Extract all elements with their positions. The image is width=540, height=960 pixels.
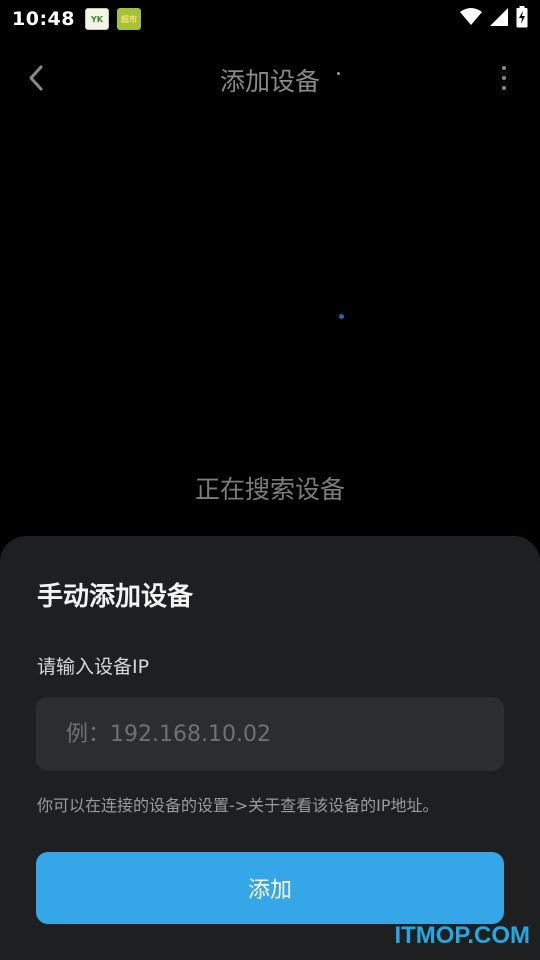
signal-icon — [490, 8, 508, 26]
app-header: 添加设备 — [0, 50, 540, 106]
yk-app-icon: YK — [84, 8, 109, 30]
sheet-title: 手动添加设备 — [37, 582, 194, 612]
page-title: 添加设备 — [219, 67, 320, 96]
notification-icons: YK 超市 — [84, 8, 141, 30]
ip-field-label: 请输入设备IP — [37, 656, 150, 678]
ip-hint-text: 你可以在连接的设备的设置->关于查看该设备的IP地址。 — [37, 796, 439, 815]
search-status-text: 正在搜索设备 — [194, 475, 345, 504]
market-app-icon: 超市 — [116, 8, 141, 30]
status-time: 10:48 — [12, 8, 75, 30]
more-vertical-icon — [502, 66, 506, 70]
add-device-button[interactable]: 添加 — [36, 852, 504, 924]
watermark: ITMOP.COM — [394, 922, 530, 949]
wifi-icon — [460, 8, 482, 25]
status-bar: 10:48 YK 超市 — [0, 0, 540, 38]
manual-add-sheet: 手动添加设备 请输入设备IP 你可以在连接的设备的设置->关于查看该设备的IP地… — [0, 536, 540, 960]
search-spinner — [339, 314, 344, 319]
ip-input[interactable] — [36, 697, 504, 771]
loading-dot — [337, 72, 340, 75]
system-status-icons — [460, 6, 528, 28]
battery-charging-icon — [516, 6, 528, 28]
more-options-button[interactable] — [492, 62, 516, 94]
